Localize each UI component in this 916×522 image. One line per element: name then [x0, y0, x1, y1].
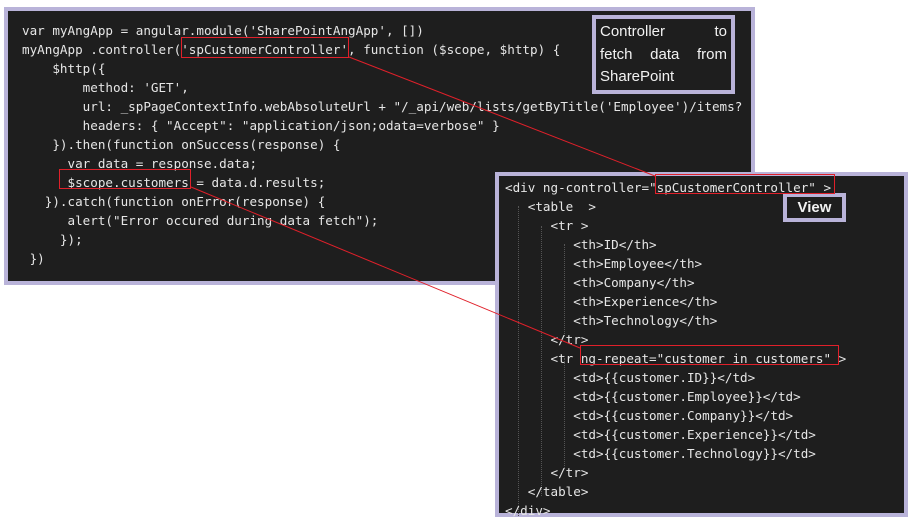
controller-note-box: Controller to fetch data from SharePoint [592, 15, 735, 94]
code-line: }).catch(function onError(response) { [22, 194, 326, 209]
note-word: to [714, 23, 727, 40]
code-line: <th>Technology</th> [505, 313, 718, 328]
code-line: <th>ID</th> [505, 237, 657, 252]
code-line: var myAngApp = angular.module('SharePoin… [22, 23, 424, 38]
code-line: myAngApp .controller('spCustomerControll… [22, 42, 561, 57]
note-word: from [696, 45, 727, 63]
note-line: fetch data from [600, 44, 727, 67]
code-line: <tr > [505, 218, 589, 233]
code-line: <table > [505, 199, 596, 214]
code-line: <td>{{customer.Experience}}</td> [505, 427, 816, 442]
code-line: </tr> [505, 332, 589, 347]
code-line: headers: { "Accept": "application/json;o… [22, 118, 500, 133]
code-line: alert("Error occured during data fetch")… [22, 213, 379, 228]
note-word: SharePoint [600, 68, 675, 85]
code-line: }); [22, 232, 83, 247]
code-line: </table> [505, 484, 589, 499]
code-line: <tr ng-repeat="customer in customers" > [505, 351, 847, 366]
code-line: <th>Employee</th> [505, 256, 703, 271]
note-word: data [650, 45, 680, 63]
code-line: method: 'GET', [22, 80, 189, 95]
code-line: <td>{{customer.ID}}</td> [505, 370, 756, 385]
code-line: <th>Company</th> [505, 275, 695, 290]
code-line: $scope.customers = data.d.results; [22, 175, 326, 190]
code-line: <td>{{customer.Technology}}</td> [505, 446, 816, 461]
code-line: url: _spPageContextInfo.webAbsoluteUrl +… [22, 99, 743, 114]
note-word: Controller [600, 23, 666, 40]
note-word: fetch [600, 45, 633, 63]
code-line: }).then(function onSuccess(response) { [22, 137, 341, 152]
code-line: }) [22, 251, 45, 266]
code-line: </tr> [505, 465, 589, 480]
note-line: Controller to [600, 21, 727, 44]
code-line: <th>Experience</th> [505, 294, 718, 309]
code-line: var data = response.data; [22, 156, 258, 171]
note-line: SharePoint [600, 66, 727, 89]
code-line: <td>{{customer.Employee}}</td> [505, 389, 801, 404]
view-label-box: View [783, 193, 846, 222]
code-line: <td>{{customer.Company}}</td> [505, 408, 794, 423]
code-line: $http({ [22, 61, 106, 76]
view-code-panel: <div ng-controller="spCustomerController… [495, 172, 908, 518]
code-line: </div> [505, 503, 551, 518]
